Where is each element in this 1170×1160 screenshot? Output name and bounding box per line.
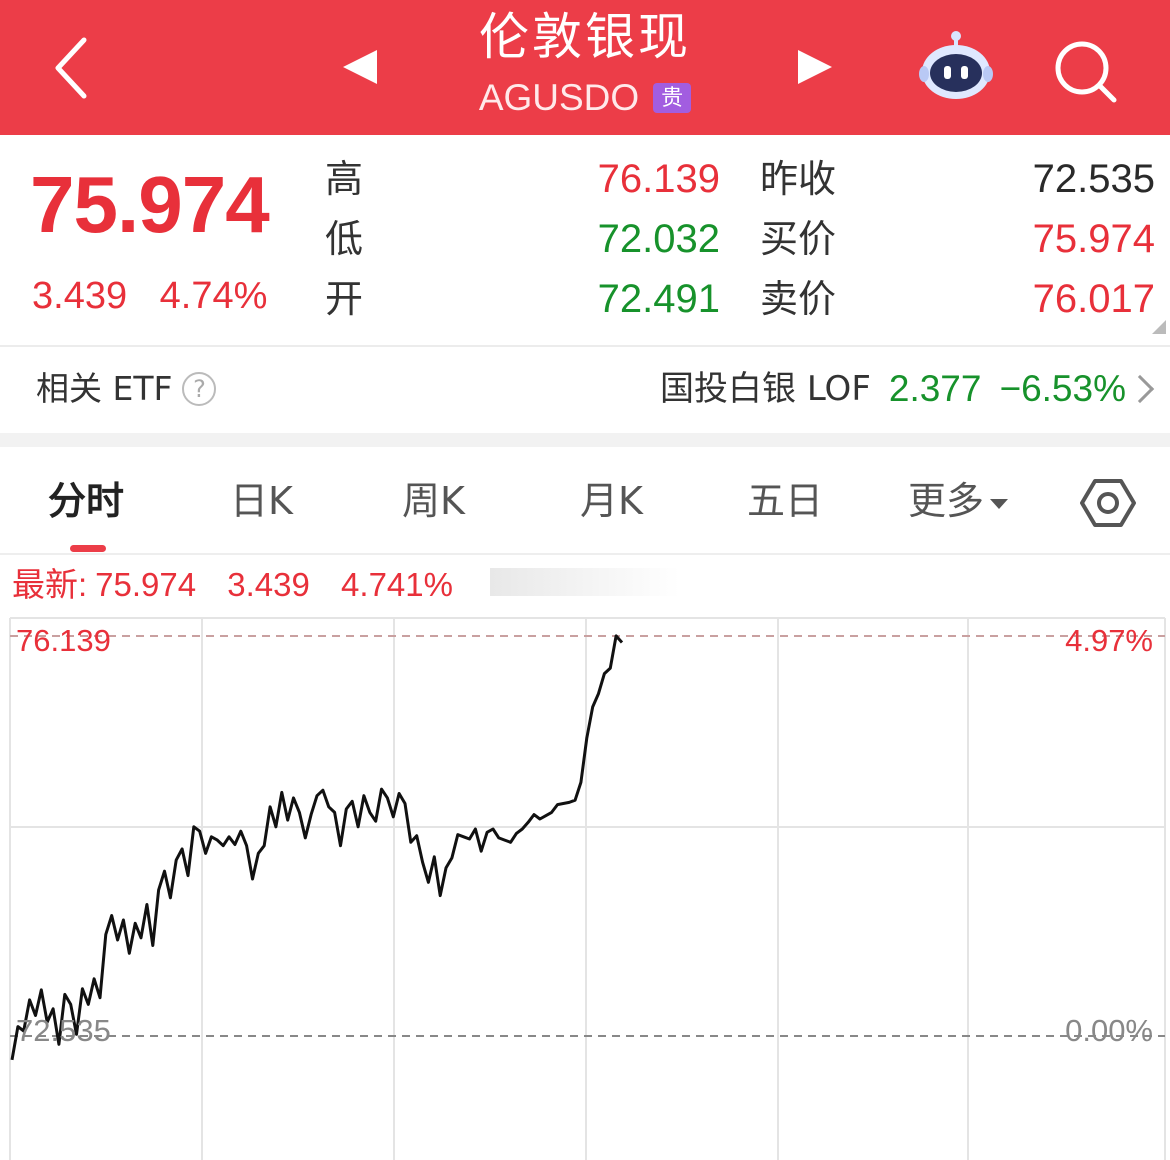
question-circle-icon[interactable]: ? [182,372,217,406]
y-right-base-label: 0.00% [1065,1013,1153,1048]
related-etf-label-group: 相关 ETF ? [36,367,217,411]
search-icon [1055,41,1117,103]
category-badge: 贵 [653,83,692,113]
bid-value: 75.974 [1032,217,1155,261]
instrument-code: AGUSDO [478,77,640,118]
prev-close-label: 昨收 [760,157,837,201]
chart-grid [9,617,1166,1160]
low-value: 72.032 [597,217,720,261]
legend-overlay [490,568,680,596]
etf-name: 国投白银 LOF [660,369,871,409]
next-instrument-button[interactable] [790,42,840,92]
series-line [10,634,624,1061]
legend-latest-label: 最新: [12,566,88,603]
high-value: 76.139 [597,157,720,201]
intraday-chart[interactable]: 76.139 72.535 4.97% 0.00% [0,610,1170,1160]
price-change-percent: 4.74% [159,275,268,317]
chart-settings-button[interactable] [1080,475,1136,531]
legend-latest-value: 75.974 [95,566,197,603]
tab-more-label: 更多 [908,479,985,523]
page-title: 伦敦银现 [479,8,691,66]
chart-tabs: 分时 日K 周K 月K 五日 更多 [0,447,1170,555]
etf-change-percent: −6.53% [999,368,1126,409]
tab-daily-k[interactable]: 日K [230,475,293,527]
related-etf-row[interactable]: 相关 ETF ? 国投白银 LOF 2.377 −6.53% [0,347,1170,433]
etf-quote[interactable]: 国投白银 LOF 2.377 −6.53% [660,367,1126,411]
expand-corner-icon[interactable] [1152,320,1166,334]
low-label: 低 [325,217,364,261]
tab-monthly-k[interactable]: 月K [580,475,643,527]
robot-icon [919,31,993,99]
hexagon-settings-icon [1080,479,1136,527]
instrument-code-row: AGUSDO 贵 [478,70,692,126]
chevron-left-icon [55,37,87,99]
ask-value: 76.017 [1032,277,1155,321]
open-value: 72.491 [597,277,720,321]
back-button[interactable] [40,28,110,108]
chart-legend: 最新: 75.974 3.439 4.741% [12,562,453,608]
legend-change: 3.439 [227,566,310,603]
high-label: 高 [325,157,364,201]
triangle-left-icon [343,50,377,84]
y-left-top-label: 76.139 [16,623,111,658]
previous-instrument-button[interactable] [335,42,385,92]
last-price: 75.974 [30,160,270,249]
related-etf-label: 相关 ETF [36,369,173,408]
tab-weekly-k[interactable]: 周K [402,475,465,527]
quote-panel: 75.974 3.439 4.74% 高 低 开 76.139 72.032 7… [0,135,1170,347]
open-label: 开 [325,277,364,321]
etf-price: 2.377 [888,368,982,409]
legend-change-percent: 4.741% [341,566,453,603]
y-left-base-label: 72.535 [16,1013,111,1048]
tab-more[interactable]: 更多 [908,475,1009,527]
triangle-right-icon [798,50,832,84]
tab-intraday[interactable]: 分时 [48,475,124,527]
top-header: 伦敦银现 AGUSDO 贵 [0,0,1170,135]
active-tab-indicator [70,545,106,552]
chevron-right-icon[interactable] [1125,374,1155,404]
prev-close-value: 72.535 [1032,157,1155,201]
y-right-top-label: 4.97% [1065,623,1153,658]
search-button[interactable] [1050,36,1120,106]
bid-label: 买价 [760,217,837,261]
price-change-row: 3.439 4.74% [32,273,267,319]
tab-five-day[interactable]: 五日 [747,475,823,527]
title-block: 伦敦银现 AGUSDO 贵 [385,4,785,126]
caret-down-icon [990,498,1009,509]
section-gap [0,433,1170,447]
price-change: 3.439 [32,275,128,317]
assistant-button[interactable] [916,30,996,104]
ask-label: 卖价 [760,277,837,321]
